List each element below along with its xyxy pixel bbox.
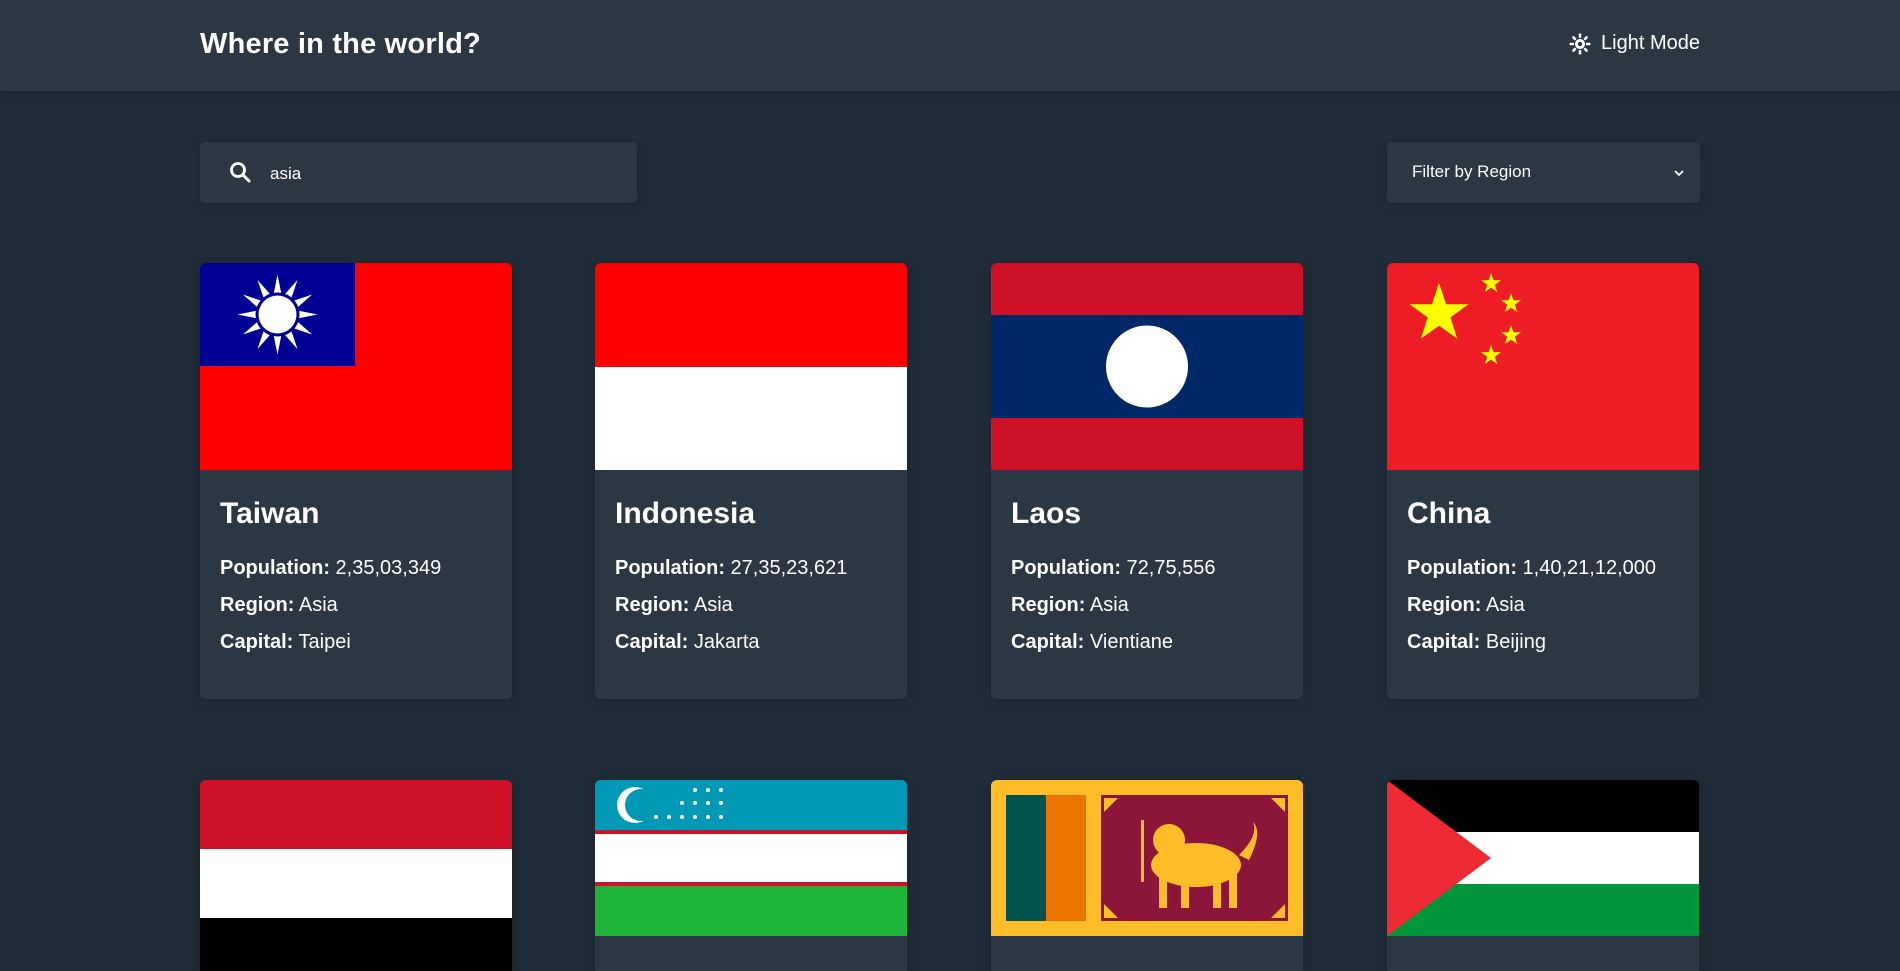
page-title: Where in the world? xyxy=(200,28,481,60)
country-card-sri-lanka[interactable] xyxy=(991,780,1303,971)
country-card-laos[interactable]: Laos Population: 72,75,556 Region: Asia … xyxy=(991,263,1303,699)
region-value: Asia xyxy=(298,593,338,616)
uzbekistan-flag xyxy=(595,780,907,936)
population-label: Population: xyxy=(1407,556,1517,579)
population-value: 1,40,21,12,000 xyxy=(1522,556,1657,579)
yemen-flag xyxy=(200,780,512,971)
capital-row: Capital: Vientiane xyxy=(1011,624,1283,661)
sun-icon xyxy=(1569,32,1591,55)
population-label: Population: xyxy=(1011,556,1121,579)
population-value: 72,75,556 xyxy=(1126,556,1216,579)
search-icon xyxy=(230,162,251,183)
region-row: Region: Asia xyxy=(1011,587,1283,624)
capital-label: Capital: xyxy=(1407,630,1481,653)
population-label: Population: xyxy=(220,556,330,579)
region-value: Asia xyxy=(693,593,733,616)
region-value: Asia xyxy=(1485,593,1525,616)
top-header: Where in the world? Light Mode xyxy=(0,0,1900,91)
palestine-flag xyxy=(1387,780,1699,936)
search-input[interactable] xyxy=(268,142,622,205)
capital-row: Capital: Beijing xyxy=(1407,624,1679,661)
population-value: 27,35,23,621 xyxy=(730,556,848,579)
capital-value: Taipei xyxy=(298,630,351,653)
region-label: Region: xyxy=(220,593,295,616)
population-row: Population: 72,75,556 xyxy=(1011,550,1283,587)
region-label: Region: xyxy=(1407,593,1482,616)
population-label: Population: xyxy=(615,556,725,579)
laos-flag xyxy=(991,263,1303,470)
capital-row: Capital: Taipei xyxy=(220,624,492,661)
region-label: Region: xyxy=(1011,593,1086,616)
sri-lanka-flag xyxy=(991,780,1303,936)
region-filter-select[interactable]: Filter by Region xyxy=(1387,142,1700,203)
population-value: 2,35,03,349 xyxy=(335,556,442,579)
indonesia-flag xyxy=(595,263,907,470)
country-card-indonesia[interactable]: Indonesia Population: 27,35,23,621 Regio… xyxy=(595,263,907,699)
country-card-taiwan[interactable]: Taiwan Population: 2,35,03,349 Region: A… xyxy=(200,263,512,699)
country-card-china[interactable]: China Population: 1,40,21,12,000 Region:… xyxy=(1387,263,1699,699)
china-flag xyxy=(1387,263,1699,470)
capital-value: Vientiane xyxy=(1089,630,1173,653)
capital-value: Beijing xyxy=(1485,630,1546,653)
capital-label: Capital: xyxy=(615,630,689,653)
population-row: Population: 1,40,21,12,000 xyxy=(1407,550,1679,587)
region-row: Region: Asia xyxy=(615,587,887,624)
search-box xyxy=(200,142,637,205)
country-name: China xyxy=(1407,497,1491,530)
capital-row: Capital: Jakarta xyxy=(615,624,887,661)
country-name: Taiwan xyxy=(220,497,320,530)
taiwan-flag xyxy=(200,263,512,470)
population-row: Population: 27,35,23,621 xyxy=(615,550,887,587)
chevron-down-icon xyxy=(1674,170,1684,177)
region-label: Region: xyxy=(615,593,690,616)
capital-label: Capital: xyxy=(1011,630,1085,653)
country-card-uzbekistan[interactable] xyxy=(595,780,907,971)
country-card-palestine[interactable] xyxy=(1387,780,1699,971)
region-row: Region: Asia xyxy=(220,587,492,624)
theme-toggle-label: Light Mode xyxy=(1601,32,1700,54)
population-row: Population: 2,35,03,349 xyxy=(220,550,492,587)
region-value: Asia xyxy=(1089,593,1129,616)
capital-value: Jakarta xyxy=(693,630,760,653)
capital-label: Capital: xyxy=(220,630,294,653)
country-name: Indonesia xyxy=(615,497,756,530)
country-card-yemen[interactable] xyxy=(200,780,512,971)
region-row: Region: Asia xyxy=(1407,587,1679,624)
region-filter-label: Filter by Region xyxy=(1412,162,1532,181)
theme-toggle-button[interactable]: Light Mode xyxy=(1569,32,1700,55)
country-name: Laos xyxy=(1011,497,1082,530)
